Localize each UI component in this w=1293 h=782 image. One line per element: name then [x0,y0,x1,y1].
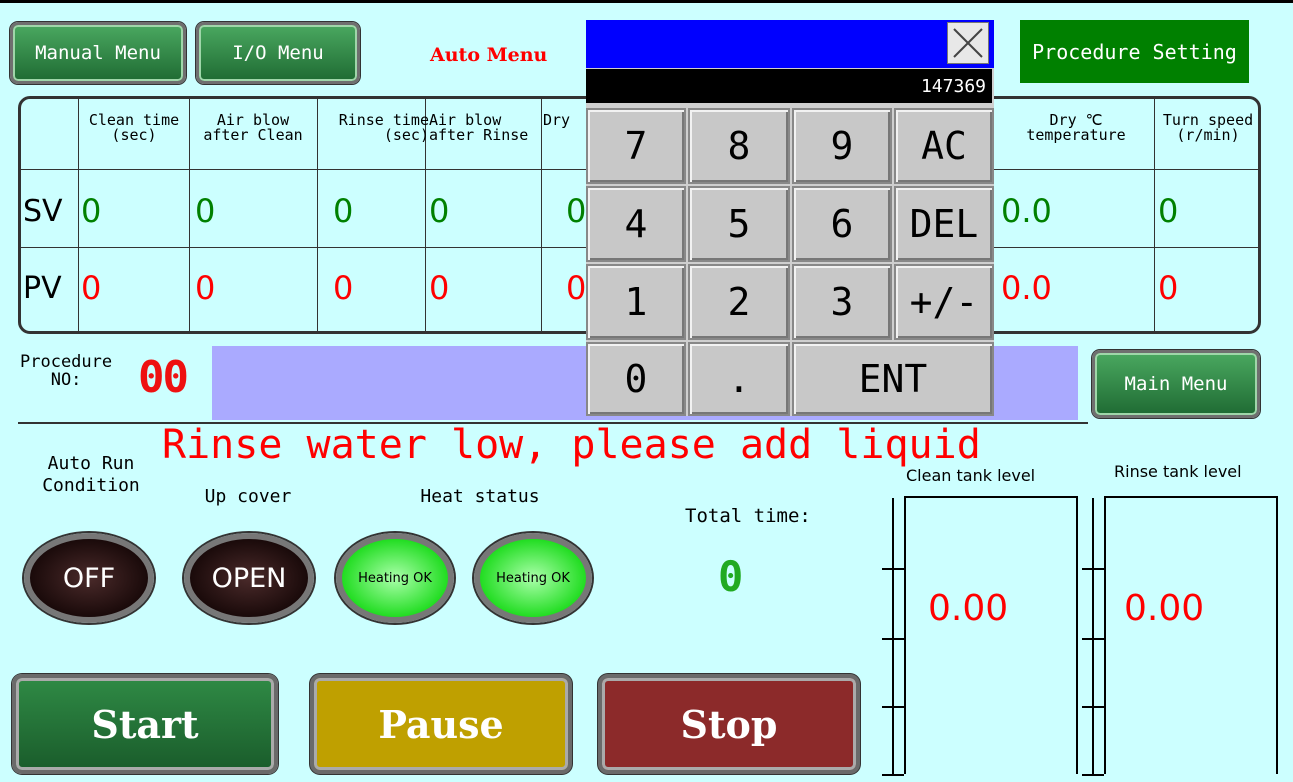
key-4[interactable]: 4 [586,186,686,262]
auto-run-label: Auto Run Condition [42,453,140,496]
stop-button[interactable]: Stop [598,674,860,774]
key-3[interactable]: 3 [792,264,892,340]
key-7[interactable]: 7 [586,108,686,184]
key-9[interactable]: 9 [792,108,892,184]
header-clean-time: Clean time (sec) [88,111,180,144]
key-1[interactable]: 1 [586,264,686,340]
rinse-tank-label: Rinse tank level [1114,462,1242,481]
tank-tick [882,638,904,640]
table-divider [541,99,542,331]
table-divider [189,99,190,331]
key-8[interactable]: 8 [688,108,790,184]
key-6[interactable]: 6 [792,186,892,262]
clean-tank-value: 0.00 [928,588,1009,629]
close-icon[interactable] [947,22,989,64]
sv-row-label: SV [23,194,63,229]
pv-rinse-time: 0 [333,269,354,307]
header-rinse-time: Rinse time (sec) [338,111,429,144]
total-time-value: 0 [718,552,744,601]
start-button[interactable]: Start [12,674,278,774]
keypad-title-bar [586,20,994,68]
pv-row-label: PV [23,271,62,306]
rinse-tank-value: 0.00 [1124,588,1205,629]
pv-clean-time: 0 [81,269,102,307]
sv-dry-temperature[interactable]: 0.0 [1001,192,1052,230]
main-menu-button[interactable]: Main Menu [1092,350,1260,418]
up-cover-lamp: OPEN [184,533,314,623]
pv-dry-temperature: 0.0 [1001,269,1052,307]
heating-lamp-2: Heating OK [474,533,592,623]
pause-button[interactable]: Pause [310,674,572,774]
heating-lamp-1: Heating OK [336,533,454,623]
sv-air-blow-clean[interactable]: 0 [195,192,215,230]
key-enter[interactable]: ENT [792,342,994,416]
key-5[interactable]: 5 [688,186,790,262]
pv-air-blow-clean: 0 [195,269,216,307]
procedure-label: Procedure NO: [20,352,113,390]
key-2[interactable]: 2 [688,264,790,340]
alarm-message: Rinse water low, please add liquid [162,422,981,468]
procedure-number[interactable]: 00 [138,356,189,400]
total-time-label: Total time: [685,505,811,527]
sv-air-blow-rinse[interactable]: 0 [429,192,449,230]
auto-run-lamp: OFF [24,533,154,623]
pv-turn-speed: 0 [1158,269,1179,307]
tank-tick [882,774,904,776]
tank-tick [1082,706,1104,708]
clean-tank-label: Clean tank level [906,466,1036,485]
sv-rinse-time[interactable]: 0 [333,192,353,230]
tank-scale [892,498,894,776]
table-divider [78,99,79,331]
manual-menu-button[interactable]: Manual Menu [10,22,186,84]
key-delete[interactable]: DEL [894,186,994,262]
sv-clean-time[interactable]: 0 [81,192,101,230]
table-divider [317,99,318,331]
sv-dry-time[interactable]: 0 [566,192,586,230]
header-air-blow-rinse: Air blow after Rinse [429,111,529,144]
header-dry-temperature: Dry ℃ temperature [1026,111,1126,144]
clean-tank-gauge [882,496,1078,776]
header-turn-speed: Turn speed (r/min) [1162,111,1254,144]
hmi-screen: Manual Menu I/O Menu Auto Menu Procedure… [0,0,1293,782]
top-border [0,0,1293,3]
heat-status-label: Heat status [420,486,540,507]
tank-tick [1082,638,1104,640]
io-menu-button[interactable]: I/O Menu [196,22,360,84]
tank-tick [1082,774,1104,776]
up-cover-label: Up cover [204,486,292,507]
key-clear-all[interactable]: AC [894,108,994,184]
key-0[interactable]: 0 [586,342,686,416]
auto-menu-title: Auto Menu [430,44,548,66]
procedure-setting-button[interactable]: Procedure Setting [1020,20,1249,83]
tank-tick [1082,568,1104,570]
tank-tick [882,706,904,708]
tank-scale [1092,498,1094,776]
tank-tick [882,568,904,570]
header-dry-time: Dry [543,111,571,129]
sv-turn-speed[interactable]: 0 [1158,192,1178,230]
pv-dry-time: 0 [566,269,587,307]
table-divider [1154,99,1155,331]
header-air-blow-clean: Air blow after Clean [203,111,303,144]
key-plus-minus[interactable]: +/- [894,264,994,340]
key-decimal[interactable]: . [688,342,790,416]
pv-air-blow-rinse: 0 [429,269,450,307]
rinse-tank-gauge [1082,496,1278,776]
keypad-display: 147369 [586,69,992,103]
